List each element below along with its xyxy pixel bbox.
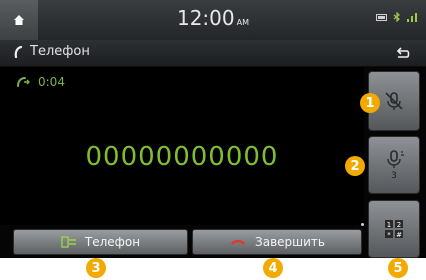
switch-to-phone-label: Телефон (84, 235, 141, 249)
keypad-digit-2: 2 (397, 221, 401, 229)
call-duration: 0:04 (16, 75, 65, 89)
end-call-label: Завершить (255, 235, 325, 249)
keypad-digit-1: 1 (387, 221, 391, 229)
microphone-volume-icon (387, 150, 404, 168)
page-title: Телефон (14, 44, 90, 59)
clock: 12:00 AM (0, 6, 426, 30)
phone-handset-icon (14, 45, 23, 58)
bluetooth-icon (393, 12, 400, 22)
call-active-icon (17, 77, 30, 87)
phone-number: 00000000000 (85, 142, 279, 172)
end-call-button[interactable]: Завершить (192, 229, 362, 255)
keypad-button[interactable]: 1 2 * # (368, 200, 420, 258)
battery-icon (376, 13, 387, 21)
mic-volume-level: 3 (391, 171, 397, 181)
microphone-mute-icon (385, 92, 403, 110)
call-duration-text: 0:04 (38, 75, 65, 89)
keypad-icon: 1 2 * # (385, 220, 403, 239)
title-bar: Телефон (0, 40, 426, 67)
end-call-icon (231, 240, 246, 245)
mic-volume-button[interactable]: 3 (368, 136, 420, 194)
callout-marker-2: 2 (345, 156, 365, 176)
status-bar: 12:00 AM (0, 0, 426, 41)
callout-marker-4: 4 (263, 258, 283, 278)
clock-ampm: AM (236, 18, 249, 27)
callout-marker-1: 1 (360, 93, 380, 113)
page-title-text: Телефон (30, 44, 90, 59)
keypad-star: * (387, 231, 391, 239)
keypad-hash: # (396, 231, 402, 239)
keypad-indicator-dot (361, 223, 364, 226)
back-arrow-icon (396, 47, 410, 58)
clock-time: 12:00 (176, 6, 235, 30)
call-area: 0:04 00000000000 (0, 67, 364, 225)
head-unit-screen: 12:00 AM Телефон 0:04 00000000000 3 1 2 … (0, 0, 426, 258)
back-button[interactable] (388, 43, 418, 63)
callout-marker-3: 3 (86, 258, 106, 278)
phone-transfer-icon (61, 236, 76, 248)
status-icons (376, 12, 418, 22)
callout-marker-5: 5 (388, 258, 408, 278)
switch-to-phone-button[interactable]: Телефон (13, 229, 188, 255)
signal-icon (407, 12, 417, 22)
